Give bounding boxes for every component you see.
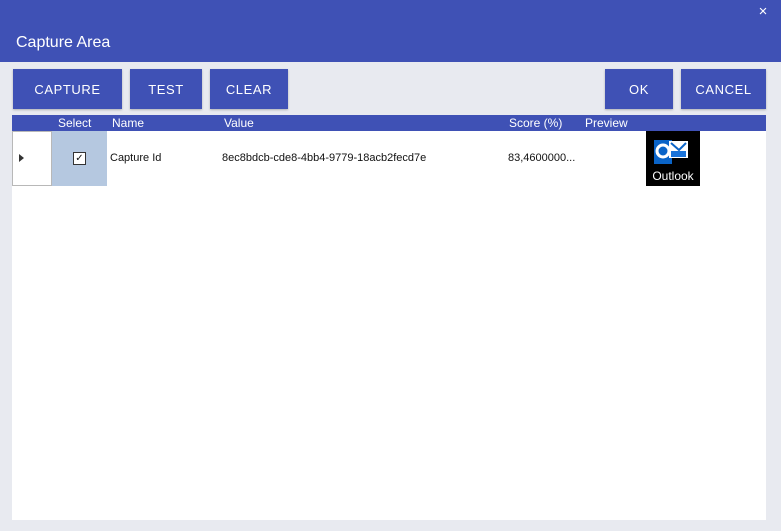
clear-button[interactable]: CLEAR	[210, 69, 288, 109]
dialog-header: Capture Area	[0, 24, 781, 62]
dialog-title: Capture Area	[16, 34, 111, 51]
column-header-name[interactable]: Name	[112, 116, 144, 130]
capture-grid[interactable]: Select Name Value Score (%) Preview ✓ Ca…	[12, 115, 766, 520]
column-header-score[interactable]: Score (%)	[509, 116, 562, 130]
column-header-value[interactable]: Value	[224, 116, 254, 130]
row-header[interactable]	[12, 131, 52, 186]
close-icon[interactable]: ×	[753, 2, 773, 22]
ok-button[interactable]: OK	[605, 69, 673, 109]
score-cell: 83,4600000...	[508, 152, 576, 164]
column-header-select[interactable]: Select	[58, 116, 91, 130]
preview-label: Outlook	[652, 169, 694, 183]
select-cell[interactable]: ✓	[52, 131, 107, 186]
outlook-icon	[654, 140, 688, 164]
cancel-button[interactable]: CANCEL	[681, 69, 766, 109]
preview-cell: Outlook	[646, 131, 700, 186]
row-pointer-icon	[19, 154, 24, 162]
test-button[interactable]: TEST	[130, 69, 202, 109]
select-checkbox[interactable]: ✓	[73, 152, 86, 165]
grid-header: Select Name Value Score (%) Preview	[12, 115, 766, 131]
column-header-preview[interactable]: Preview	[585, 116, 628, 130]
value-cell: 8ec8bdcb-cde8-4bb4-9779-18acb2fecd7e	[222, 152, 427, 164]
capture-button[interactable]: CAPTURE	[13, 69, 122, 109]
name-cell: Capture Id	[110, 152, 162, 164]
title-bar: ×	[0, 0, 781, 24]
table-row[interactable]: ✓ Capture Id 8ec8bdcb-cde8-4bb4-9779-18a…	[12, 131, 766, 186]
